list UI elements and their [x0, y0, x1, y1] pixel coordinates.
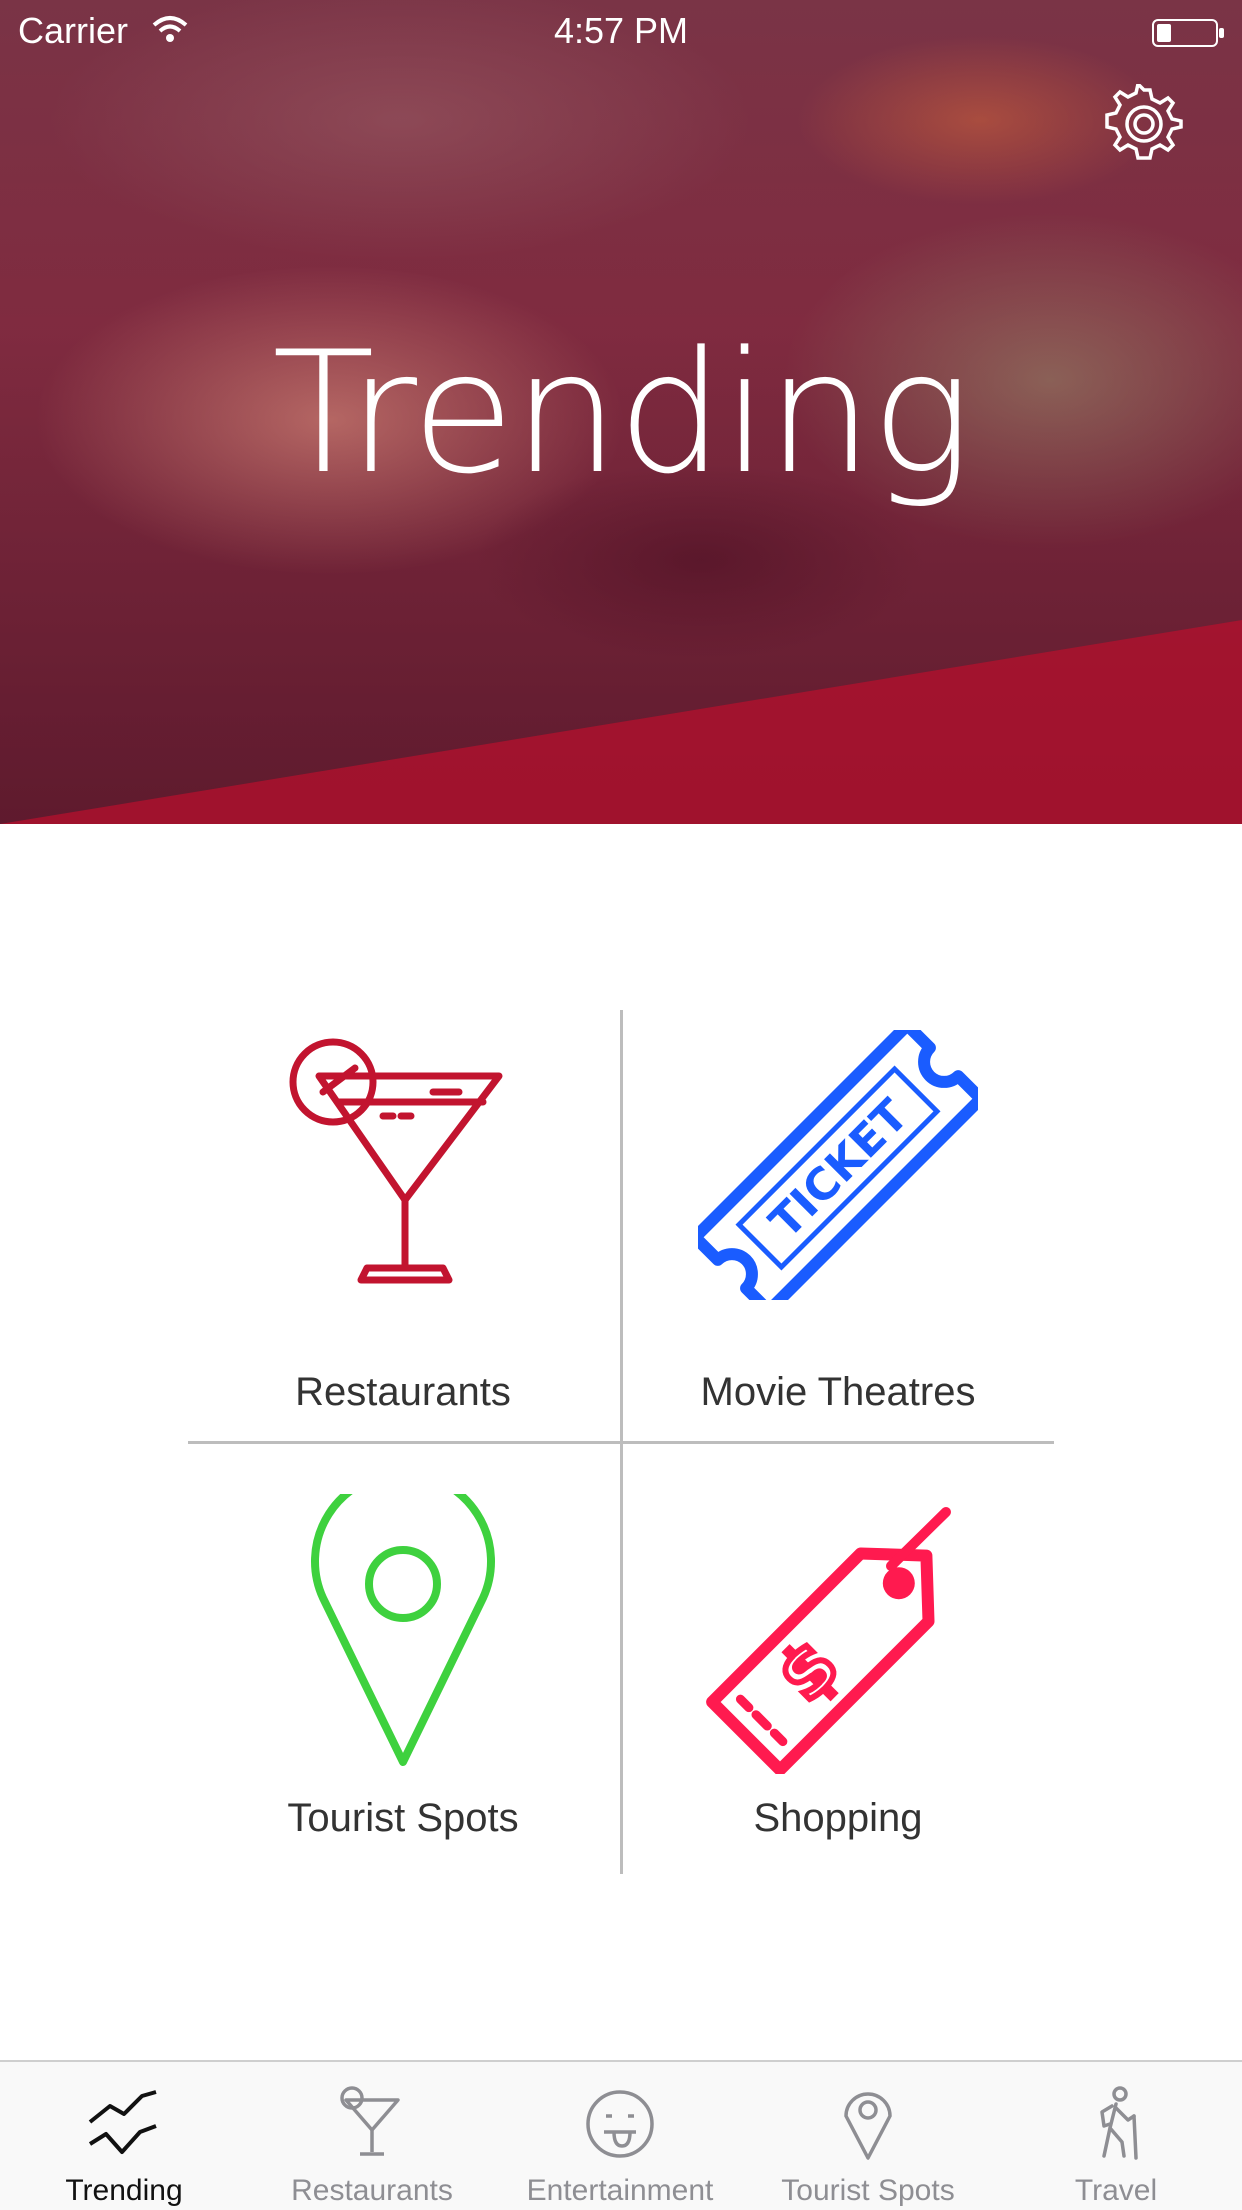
ticket-icon-text: TICKET — [760, 1090, 918, 1248]
category-label-shopping: Shopping — [753, 1796, 923, 1840]
trending-icon — [0, 2086, 248, 2167]
tab-label-restaurants: Restaurants — [291, 2174, 453, 2207]
tab-trending[interactable]: Trending — [0, 2062, 248, 2210]
page-title: Trending — [272, 315, 972, 511]
status-time: 4:57 PM — [553, 10, 689, 51]
cocktail-icon — [248, 2086, 496, 2167]
tab-tourist-spots[interactable]: Tourist Spots — [744, 2062, 992, 2210]
tab-label-trending: Trending — [65, 2174, 183, 2207]
tab-label-tourist-spots: Tourist Spots — [781, 2174, 955, 2207]
category-restaurants[interactable]: Restaurants — [188, 1010, 618, 1440]
tab-restaurants[interactable]: Restaurants — [248, 2062, 496, 2210]
tab-entertainment[interactable]: Entertainment — [496, 2062, 744, 2210]
map-pin-icon — [744, 2086, 992, 2167]
smiley-tongue-icon — [496, 2086, 744, 2167]
category-label-movie-theatres: Movie Theatres — [700, 1370, 976, 1414]
map-pin-icon — [188, 1469, 618, 1779]
category-grid: Restaurants TICKET Movie Theatres Touris… — [0, 824, 1242, 2062]
tab-label-travel: Travel — [1074, 2174, 1158, 2207]
battery-icon — [1152, 16, 1226, 58]
tab-label-entertainment: Entertainment — [526, 2174, 714, 2207]
hero-banner: Trending — [0, 0, 1242, 824]
cocktail-icon — [188, 1030, 618, 1305]
ticket-icon: TICKET — [623, 1019, 1053, 1317]
category-shopping[interactable]: $ Shopping — [623, 1444, 1053, 1874]
category-tourist-spots[interactable]: Tourist Spots — [188, 1444, 618, 1874]
status-bar: Carrier 4:57 PM — [0, 0, 1242, 60]
hiker-icon — [992, 2086, 1240, 2167]
category-label-tourist-spots: Tourist Spots — [287, 1796, 519, 1840]
category-movie-theatres[interactable]: TICKET Movie Theatres — [623, 1010, 1053, 1440]
price-tag-icon: $ — [623, 1494, 1053, 1779]
tab-travel[interactable]: Travel — [992, 2062, 1242, 2210]
settings-gear-icon[interactable] — [1104, 80, 1184, 169]
tab-bar: Trending Restaurants Entertainment Touri… — [0, 2060, 1242, 2210]
category-label-restaurants: Restaurants — [295, 1370, 511, 1414]
